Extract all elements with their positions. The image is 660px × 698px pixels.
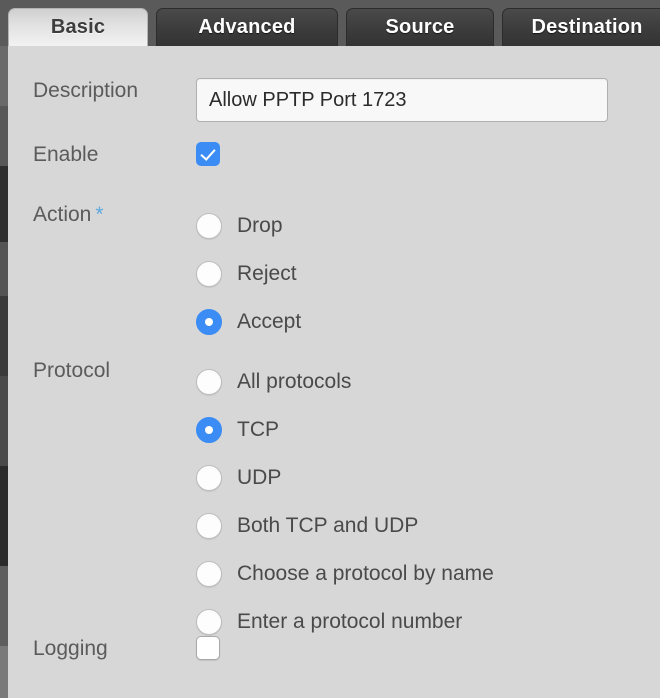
action-option-drop[interactable]: Drop [196, 202, 660, 250]
tab-destination-label: Destination [531, 16, 643, 38]
protocol-option-label: All protocols [237, 370, 352, 393]
protocol-option-label: Both TCP and UDP [237, 514, 419, 537]
logging-checkbox[interactable] [196, 636, 220, 660]
action-radio-group: Drop Reject Accept [196, 202, 660, 346]
left-gutter [0, 46, 8, 698]
tab-destination[interactable]: Destination [502, 8, 660, 46]
tab-advanced[interactable]: Advanced [156, 8, 338, 46]
protocol-option-label: TCP [237, 418, 279, 441]
tab-basic[interactable]: Basic [8, 8, 148, 46]
protocol-radio-group: All protocols TCP UDP Both TCP and UDP C [196, 358, 660, 646]
protocol-option-label: UDP [237, 466, 282, 489]
logging-field-wrap [196, 636, 660, 665]
description-row: Description [8, 78, 660, 122]
enable-row: Enable [8, 142, 660, 171]
action-label: Action * [8, 202, 196, 228]
basic-tab-panel: Description Enable Action* Drop [8, 46, 660, 698]
radio-icon[interactable] [196, 369, 222, 395]
firewall-rule-dialog: Basic Advanced Source Destination Descri… [0, 0, 660, 698]
protocol-option-choose-by-name[interactable]: Choose a protocol by name [196, 550, 660, 598]
required-asterisk-icon: * [95, 203, 104, 226]
enable-checkbox[interactable] [196, 142, 220, 166]
protocol-option-all-protocols[interactable]: All protocols [196, 358, 660, 406]
protocol-label: Protocol [33, 359, 111, 382]
protocol-row: Protocol All protocols TCP UDP Both TCP … [8, 358, 660, 646]
action-row: Action * Drop Reject Accept [8, 202, 660, 346]
tab-basic-label: Basic [50, 16, 106, 38]
radio-selected-icon[interactable] [196, 417, 222, 443]
tab-bar: Basic Advanced Source Destination [0, 0, 660, 46]
radio-selected-icon[interactable] [196, 309, 222, 335]
description-field-wrap [196, 78, 660, 122]
radio-icon[interactable] [196, 561, 222, 587]
tab-advanced-label: Advanced [198, 16, 296, 38]
action-option-label: Reject [237, 262, 297, 285]
radio-icon[interactable] [196, 465, 222, 491]
enable-label: Enable [33, 143, 99, 166]
protocol-option-both-tcp-udp[interactable]: Both TCP and UDP [196, 502, 660, 550]
radio-icon[interactable] [196, 261, 222, 287]
protocol-option-label: Choose a protocol by name [237, 562, 494, 585]
action-option-label: Drop [237, 214, 283, 237]
protocol-option-label: Enter a protocol number [237, 610, 463, 633]
enable-field-wrap [196, 142, 660, 171]
radio-icon[interactable] [196, 513, 222, 539]
tab-source-label: Source [385, 16, 455, 38]
tab-source[interactable]: Source [346, 8, 494, 46]
action-label-text: Action [33, 203, 92, 226]
protocol-option-udp[interactable]: UDP [196, 454, 660, 502]
logging-row: Logging [8, 636, 660, 665]
radio-icon[interactable] [196, 213, 222, 239]
action-option-label: Accept [237, 310, 302, 333]
description-input[interactable] [196, 78, 608, 122]
action-option-accept[interactable]: Accept [196, 298, 660, 346]
action-option-reject[interactable]: Reject [196, 250, 660, 298]
protocol-option-tcp[interactable]: TCP [196, 406, 660, 454]
description-label: Description [33, 79, 139, 102]
logging-label: Logging [33, 637, 108, 660]
radio-icon[interactable] [196, 609, 222, 635]
